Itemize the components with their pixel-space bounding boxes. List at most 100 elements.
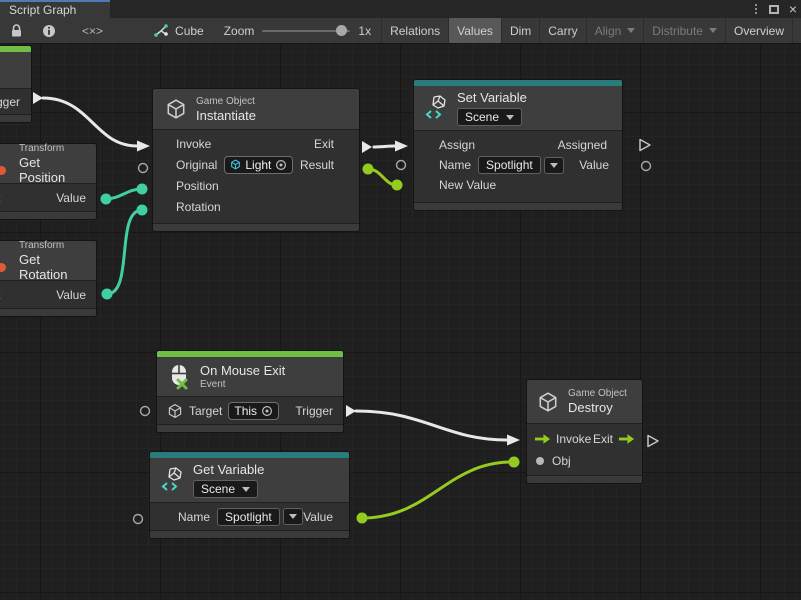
port-eventpartial-trigger[interactable] bbox=[33, 92, 43, 104]
chevron-down-icon bbox=[550, 163, 558, 168]
port-getvariable-name[interactable] bbox=[134, 515, 143, 524]
graph-target-label: Cube bbox=[175, 24, 204, 38]
wire-arrowhead bbox=[137, 141, 150, 152]
overview-button[interactable]: Overview bbox=[725, 18, 792, 43]
obj-port-dot-icon bbox=[536, 457, 544, 465]
transform-icon bbox=[0, 263, 6, 272]
node-get-position[interactable]: Transform Get Position Target Value bbox=[0, 143, 97, 220]
window-maximize-icon[interactable] bbox=[769, 5, 779, 14]
port-mouseexit-target[interactable] bbox=[141, 407, 150, 416]
node-subtitle: Event bbox=[200, 379, 285, 390]
node-title: Set Variable bbox=[457, 90, 527, 105]
window-close-icon[interactable]: × bbox=[789, 2, 797, 16]
name-port-label: Name bbox=[178, 510, 210, 524]
original-object-field[interactable]: Light bbox=[224, 156, 293, 174]
wire-arrowhead bbox=[395, 141, 408, 152]
port-instantiate-position[interactable] bbox=[137, 184, 148, 195]
align-dropdown[interactable]: Align bbox=[586, 18, 644, 43]
wire-result-to-newvalue bbox=[368, 169, 397, 185]
port-instantiate-result[interactable] bbox=[363, 164, 374, 175]
port-mouseexit-trigger[interactable] bbox=[346, 405, 356, 417]
variable-name-dropdown[interactable]: Spotlight bbox=[217, 508, 280, 526]
node-destroy[interactable]: Game Object Destroy Invoke Exit bbox=[526, 379, 643, 484]
fullscreen-button[interactable]: Full Screen bbox=[792, 18, 801, 43]
trigger-port-label: Trigger bbox=[0, 95, 20, 109]
target-object-field[interactable]: This bbox=[228, 402, 279, 420]
node-on-mouse-exit[interactable]: On Mouse Exit Event Target This bbox=[156, 350, 344, 433]
port-getvariable-value[interactable] bbox=[357, 513, 368, 524]
node-instantiate[interactable]: Game Object Instantiate Invoke Exit Orig… bbox=[152, 88, 360, 232]
zoom-handle[interactable] bbox=[336, 25, 347, 36]
variable-name-dropdown[interactable]: Spotlight bbox=[478, 156, 541, 174]
object-picker-icon[interactable] bbox=[275, 159, 287, 171]
wire-getrotation-to-rotation bbox=[107, 210, 142, 294]
node-get-rotation[interactable]: Transform Get Rotation Target Value bbox=[0, 240, 97, 317]
obj-port-label: Obj bbox=[552, 454, 571, 468]
value-port-label: Value bbox=[56, 191, 86, 205]
code-icon[interactable]: <×> bbox=[73, 18, 112, 43]
port-instantiate-exit[interactable] bbox=[362, 141, 372, 153]
port-destroy-obj[interactable] bbox=[509, 457, 520, 468]
carry-button[interactable]: Carry bbox=[539, 18, 585, 43]
dim-button[interactable]: Dim bbox=[501, 18, 539, 43]
mouse-icon bbox=[169, 364, 191, 390]
new-value-port-label: New Value bbox=[439, 178, 496, 192]
port-setvariable-name[interactable] bbox=[397, 161, 406, 170]
info-icon[interactable] bbox=[33, 18, 65, 43]
port-instantiate-original[interactable] bbox=[139, 164, 148, 173]
variable-scope-dropdown[interactable]: Scene bbox=[193, 480, 258, 498]
value-port-label: Value bbox=[56, 288, 86, 302]
variable-scope-dropdown[interactable]: Scene bbox=[457, 108, 522, 126]
port-getrotation-value[interactable] bbox=[102, 289, 113, 300]
graph-target[interactable]: Cube bbox=[144, 18, 214, 43]
chevron-down-icon bbox=[506, 115, 514, 120]
exit-port-label: Exit bbox=[593, 432, 613, 446]
variable-name-dropdown-arrow[interactable] bbox=[283, 508, 303, 525]
assigned-port-label: Assigned bbox=[558, 138, 607, 152]
script-graph-tab[interactable]: Script Graph bbox=[0, 0, 110, 18]
value-port-label: Value bbox=[579, 158, 609, 172]
relations-button[interactable]: Relations bbox=[381, 18, 448, 43]
port-setvariable-assigned[interactable] bbox=[640, 140, 650, 151]
port-destroy-exit[interactable] bbox=[648, 436, 658, 447]
node-category: Game Object bbox=[196, 96, 256, 107]
node-event-partial[interactable]: Trigger bbox=[0, 45, 32, 123]
node-category: Transform bbox=[19, 240, 86, 251]
zoom-control: Zoom 1x bbox=[214, 18, 381, 43]
zoom-slider[interactable] bbox=[262, 30, 350, 32]
distribute-dropdown[interactable]: Distribute bbox=[643, 18, 725, 43]
gameobject-icon bbox=[230, 159, 241, 170]
title-bar: Script Graph × bbox=[0, 0, 801, 18]
graph-canvas[interactable]: Trigger Transform Get Position Target Va… bbox=[0, 44, 801, 600]
wire-port-layer bbox=[0, 44, 801, 600]
port-getposition-value[interactable] bbox=[101, 194, 112, 205]
cube-icon bbox=[167, 403, 183, 419]
port-setvariable-value[interactable] bbox=[642, 162, 651, 171]
invoke-port-label: Invoke bbox=[176, 137, 211, 151]
node-get-variable[interactable]: Get Variable Scene Name Spotlight bbox=[149, 451, 350, 539]
flow-arrow-icon bbox=[618, 433, 635, 445]
variable-icon bbox=[160, 467, 184, 493]
port-setvariable-newvalue[interactable] bbox=[392, 180, 403, 191]
values-button[interactable]: Values bbox=[448, 18, 501, 43]
node-set-variable[interactable]: Set Variable Scene Assign Assigned Name bbox=[413, 79, 623, 211]
object-picker-icon[interactable] bbox=[261, 405, 273, 417]
rotation-port-label: Rotation bbox=[176, 200, 221, 214]
chevron-down-icon bbox=[627, 28, 635, 33]
window-menu-icon[interactable] bbox=[753, 4, 759, 14]
wire-getvariable-to-obj bbox=[362, 462, 512, 518]
node-category: Transform bbox=[19, 143, 86, 154]
chevron-down-icon bbox=[289, 514, 297, 519]
flow-arrow-icon bbox=[534, 433, 551, 445]
node-title: Get Rotation bbox=[19, 252, 86, 282]
cube-icon bbox=[537, 391, 559, 413]
wire-arrowhead bbox=[507, 435, 520, 446]
graph-toolbar: <×> Cube Zoom 1x Relations Values Dim Ca… bbox=[0, 18, 801, 44]
lock-icon[interactable] bbox=[0, 18, 33, 43]
port-instantiate-rotation[interactable] bbox=[137, 205, 148, 216]
name-port-label: Name bbox=[439, 158, 471, 172]
variable-icon bbox=[424, 95, 448, 121]
zoom-label: Zoom bbox=[224, 24, 255, 38]
assign-port-label: Assign bbox=[439, 138, 475, 152]
variable-name-dropdown-arrow[interactable] bbox=[544, 157, 564, 174]
